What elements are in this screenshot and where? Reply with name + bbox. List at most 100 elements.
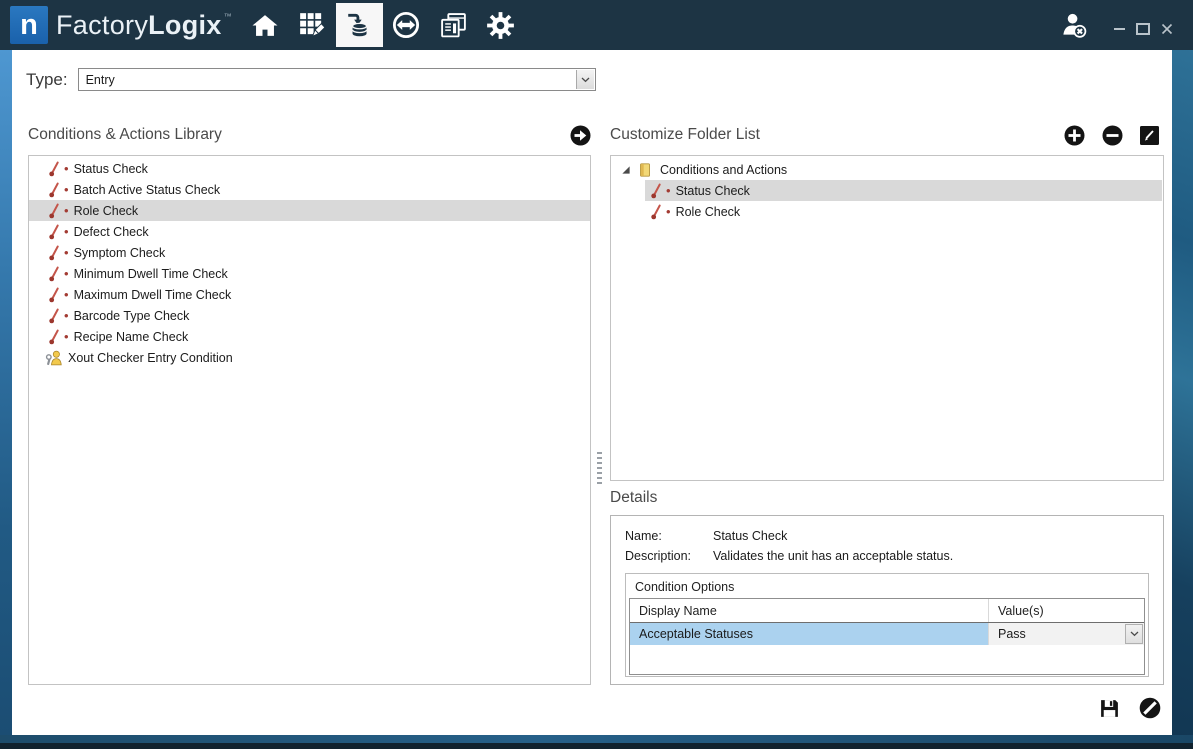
- option-value: Pass: [998, 627, 1026, 641]
- list-item[interactable]: • Status Check: [29, 158, 590, 179]
- condition-pin-icon: [48, 329, 60, 345]
- condition-pin-icon: [48, 308, 60, 324]
- condition-options-table: Display Name Value(s) Acceptable Statuse…: [629, 598, 1145, 675]
- type-label: Type:: [26, 70, 68, 90]
- detail-description-row: Description: Validates the unit has an a…: [625, 546, 1149, 566]
- minimize-icon: [1114, 28, 1125, 30]
- cancel-button[interactable]: [1139, 697, 1161, 719]
- database-import-icon: [345, 11, 373, 39]
- list-item[interactable]: • Barcode Type Check: [29, 305, 590, 326]
- details-panel: Name: Status Check Description: Validate…: [610, 515, 1164, 685]
- option-value-cell[interactable]: Pass: [988, 623, 1144, 645]
- save-button[interactable]: [1099, 697, 1120, 719]
- list-item[interactable]: • Minimum Dwell Time Check: [29, 263, 590, 284]
- library-panel: Conditions & Actions Library • Status Ch…: [28, 122, 591, 685]
- maximize-icon: [1136, 23, 1150, 35]
- description-label: Description:: [625, 549, 713, 563]
- transfer-nav-button[interactable]: [383, 3, 430, 47]
- pencil-square-icon: [1140, 126, 1159, 145]
- condition-pin-icon: [650, 183, 662, 199]
- list-item[interactable]: • Maximum Dwell Time Check: [29, 284, 590, 305]
- logout-user-button[interactable]: [1060, 11, 1089, 40]
- name-value: Status Check: [713, 529, 787, 543]
- condition-pin-icon: [48, 287, 60, 303]
- library-title: Conditions & Actions Library: [28, 126, 222, 144]
- folder-icon: [638, 163, 652, 177]
- tree-root-label: Conditions and Actions: [660, 163, 787, 177]
- list-item[interactable]: • Batch Active Status Check: [29, 179, 590, 200]
- bullet-icon: •: [64, 183, 69, 196]
- logo-letter: n: [20, 11, 38, 40]
- factorylogix-window: n FactoryLogix™: [0, 0, 1193, 749]
- list-item[interactable]: • Role Check: [29, 200, 590, 221]
- user-x-icon: [1060, 11, 1089, 40]
- tree-root-node[interactable]: Conditions and Actions: [611, 159, 1163, 180]
- expander-icon: [621, 165, 631, 175]
- list-item-label: Symptom Check: [74, 246, 166, 260]
- window-frame-bottom-edge: [0, 743, 1193, 749]
- description-value: Validates the unit has an acceptable sta…: [713, 549, 953, 563]
- bullet-icon: •: [64, 267, 69, 280]
- bullet-icon: •: [64, 309, 69, 322]
- footer-actions: [610, 697, 1164, 719]
- folder-list-header: Customize Folder List: [610, 122, 1164, 148]
- value-dropdown-button[interactable]: [1125, 624, 1143, 644]
- condition-pin-icon: [48, 266, 60, 282]
- move-to-folder-button[interactable]: [570, 125, 591, 146]
- documents-nav-button[interactable]: [430, 3, 477, 47]
- bullet-icon: •: [64, 225, 69, 238]
- type-select[interactable]: Entry: [78, 68, 596, 91]
- bullet-icon: •: [64, 330, 69, 343]
- type-select-value: Entry: [79, 73, 115, 87]
- list-item[interactable]: • Recipe Name Check: [29, 326, 590, 347]
- settings-nav-button[interactable]: [477, 3, 524, 47]
- list-item[interactable]: Xout Checker Entry Condition: [29, 347, 590, 368]
- library-nav-button[interactable]: [336, 3, 383, 47]
- library-header: Conditions & Actions Library: [28, 122, 591, 148]
- list-item[interactable]: • Defect Check: [29, 221, 590, 242]
- person-wrench-icon: [45, 350, 63, 366]
- type-row: Type: Entry: [26, 68, 596, 91]
- documents-icon: [439, 12, 468, 39]
- process-editor-nav-button[interactable]: [289, 3, 336, 47]
- type-select-dropdown-button[interactable]: [576, 70, 594, 89]
- title-bar: n FactoryLogix™: [0, 0, 1193, 50]
- condition-pin-icon: [48, 245, 60, 261]
- tree-item[interactable]: • Role Check: [645, 201, 1162, 222]
- remove-button[interactable]: [1102, 125, 1123, 146]
- save-floppy-icon: [1099, 698, 1120, 719]
- minus-circle-icon: [1102, 125, 1123, 146]
- option-table-row[interactable]: Acceptable Statuses Pass: [630, 623, 1144, 645]
- list-item-label: Role Check: [74, 204, 139, 218]
- chevron-down-icon: [1130, 631, 1139, 637]
- close-button[interactable]: [1155, 16, 1179, 42]
- window-frame-left: [0, 50, 12, 735]
- list-item-label: Minimum Dwell Time Check: [74, 267, 228, 281]
- condition-pin-icon: [48, 182, 60, 198]
- tree-item[interactable]: • Status Check: [645, 180, 1162, 201]
- add-button[interactable]: [1064, 125, 1085, 146]
- minimize-button[interactable]: [1107, 16, 1131, 42]
- bullet-icon: •: [64, 288, 69, 301]
- bullet-icon: •: [666, 184, 671, 197]
- maximize-button[interactable]: [1131, 16, 1155, 42]
- home-nav-button[interactable]: [242, 3, 289, 47]
- titlebar-right: [1060, 0, 1193, 50]
- folder-tree: Conditions and Actions • Status Check • …: [610, 155, 1164, 481]
- main-nav: [242, 0, 524, 50]
- list-item[interactable]: • Symptom Check: [29, 242, 590, 263]
- column-display-name: Display Name: [630, 599, 988, 622]
- condition-options-group: Condition Options Display Name Value(s) …: [625, 573, 1149, 677]
- app-logo: n: [10, 6, 48, 44]
- option-display-name: Acceptable Statuses: [630, 623, 988, 645]
- library-list[interactable]: • Status Check • Batch Active Status Che…: [28, 155, 591, 685]
- gear-icon: [486, 11, 515, 40]
- bullet-icon: •: [64, 204, 69, 217]
- list-item-label: Defect Check: [74, 225, 149, 239]
- folder-panel: Customize Folder List: [610, 122, 1164, 719]
- condition-pin-icon: [48, 224, 60, 240]
- sync-arrows-icon: [392, 11, 420, 39]
- splitter-handle[interactable]: [597, 452, 602, 486]
- list-item-label: Barcode Type Check: [74, 309, 190, 323]
- edit-button[interactable]: [1140, 126, 1159, 145]
